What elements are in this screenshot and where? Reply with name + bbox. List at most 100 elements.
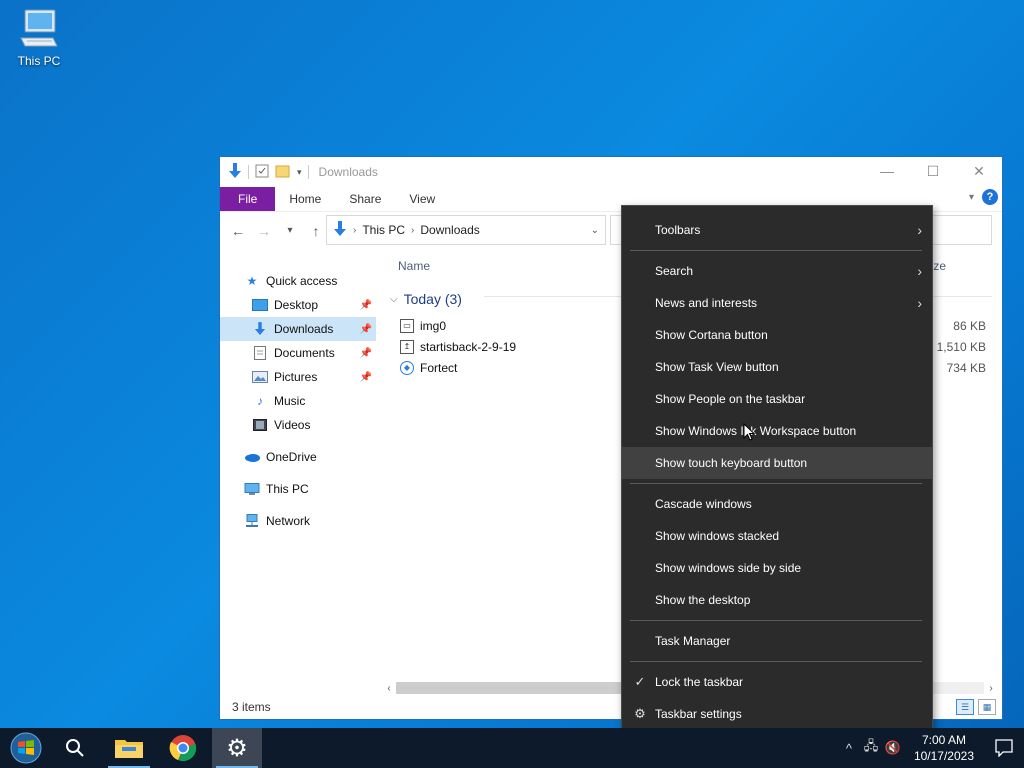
clock[interactable]: 7:00 AM 10/17/2023: [914, 732, 974, 764]
menu-item-label: Task Manager: [655, 634, 731, 648]
menu-item-show-people[interactable]: Show People on the taskbar: [622, 383, 932, 415]
address-dropdown-icon[interactable]: ⌄: [591, 225, 599, 236]
menu-item-cascade-windows[interactable]: Cascade windows: [622, 488, 932, 520]
taskbar-settings[interactable]: ⚙: [212, 728, 262, 768]
title-bar: ▾ Downloads — ☐ ✕: [220, 157, 1002, 187]
taskbar-search-button[interactable]: [50, 728, 100, 768]
menu-separator: [630, 483, 922, 484]
menu-item-show-touch-keyboard[interactable]: Show touch keyboard button: [622, 447, 932, 479]
sidebar-item-downloads[interactable]: Downloads 📌: [220, 317, 376, 341]
start-button[interactable]: [6, 730, 46, 766]
menu-item-lock-taskbar[interactable]: ✓ Lock the taskbar: [622, 666, 932, 698]
pin-icon[interactable]: 📌: [360, 300, 372, 311]
system-tray: ^ 🖧 🔇 7:00 AM 10/17/2023: [838, 728, 1024, 768]
menu-item-show-task-view[interactable]: Show Task View button: [622, 351, 932, 383]
pin-icon[interactable]: 📌: [360, 324, 372, 335]
tab-home[interactable]: Home: [275, 187, 335, 211]
menu-item-label: Lock the taskbar: [655, 675, 744, 689]
scroll-right-icon[interactable]: ›: [984, 683, 998, 694]
sidebar-item-pictures[interactable]: Pictures 📌: [220, 365, 376, 389]
sidebar-item-label: This PC: [266, 482, 309, 496]
volume-muted-icon[interactable]: 🔇: [882, 740, 904, 756]
file-name: Fortect: [420, 360, 458, 375]
back-arrow-icon[interactable]: ←: [228, 223, 248, 239]
pin-icon[interactable]: 📌: [360, 372, 372, 383]
desktop-icon-this-pc[interactable]: This PC: [8, 8, 70, 68]
item-count: 3 items: [232, 700, 271, 714]
help-icon[interactable]: ?: [982, 189, 998, 205]
sidebar-item-videos[interactable]: Videos: [220, 413, 376, 437]
app-icon: ◆: [400, 360, 414, 375]
menu-item-label: Cascade windows: [655, 497, 752, 511]
breadcrumb-downloads[interactable]: Downloads: [420, 223, 479, 237]
tab-view[interactable]: View: [395, 187, 449, 211]
download-arrow-icon: [333, 220, 347, 240]
menu-item-show-windows-side-by-side[interactable]: Show windows side by side: [622, 552, 932, 584]
file-size: 86 KB: [953, 318, 986, 333]
taskbar-chrome[interactable]: [158, 728, 208, 768]
menu-item-show-cortana[interactable]: Show Cortana button: [622, 319, 932, 351]
sidebar-item-documents[interactable]: Documents 📌: [220, 341, 376, 365]
taskbar-file-explorer[interactable]: [104, 728, 154, 768]
sidebar-item-onedrive[interactable]: OneDrive: [220, 445, 376, 469]
music-icon: ♪: [257, 394, 263, 408]
menu-item-label: Toolbars: [655, 223, 701, 237]
column-header-size[interactable]: ze: [933, 259, 946, 273]
forward-arrow-icon[interactable]: →: [254, 223, 274, 239]
menu-item-toolbars[interactable]: Toolbars ›: [622, 214, 932, 246]
maximize-button[interactable]: ☐: [910, 157, 956, 185]
menu-item-show-windows-stacked[interactable]: Show windows stacked: [622, 520, 932, 552]
menu-item-taskbar-settings[interactable]: ⚙ Taskbar settings: [622, 698, 932, 730]
download-arrow-icon: [252, 322, 268, 336]
sidebar-item-label: Network: [266, 514, 311, 528]
sidebar-item-this-pc[interactable]: This PC: [220, 477, 376, 501]
menu-item-search[interactable]: Search ›: [622, 255, 932, 287]
tab-share[interactable]: Share: [335, 187, 395, 211]
installer-icon: ↥: [400, 339, 414, 354]
breadcrumb-this-pc[interactable]: This PC: [362, 223, 405, 237]
pictures-icon: [252, 370, 268, 384]
sidebar-item-label: Downloads: [274, 322, 334, 336]
large-icons-view-icon[interactable]: ▦: [978, 699, 996, 715]
menu-item-show-ink-workspace[interactable]: Show Windows Ink Workspace button: [622, 415, 932, 447]
pin-icon[interactable]: 📌: [360, 348, 372, 359]
address-bar[interactable]: › This PC › Downloads ⌄: [326, 215, 606, 245]
chevron-right-icon[interactable]: ›: [411, 225, 414, 236]
sidebar-item-label: Quick access: [266, 274, 338, 288]
chevron-right-icon[interactable]: ›: [353, 225, 356, 236]
chevron-up-icon[interactable]: ^: [838, 741, 860, 756]
menu-item-label: Show touch keyboard button: [655, 456, 808, 470]
sidebar-item-music[interactable]: ♪ Music: [220, 389, 376, 413]
details-view-icon[interactable]: ☰: [956, 699, 974, 715]
settings-gear-icon: ⚙: [226, 734, 248, 762]
sidebar-item-label: Videos: [274, 418, 311, 432]
tab-file[interactable]: File: [220, 187, 276, 211]
navigation-pane: ★ Quick access Desktop 📌 Downloads 📌 Doc…: [220, 253, 376, 693]
action-center-button[interactable]: [984, 739, 1024, 757]
network-status-icon[interactable]: 🖧: [860, 737, 882, 759]
sidebar-item-network[interactable]: Network: [220, 509, 376, 533]
new-folder-icon[interactable]: [275, 164, 291, 181]
chevron-right-icon: ›: [917, 222, 922, 238]
close-button[interactable]: ✕: [956, 157, 1002, 185]
menu-item-label: Show windows side by side: [655, 561, 802, 575]
menu-item-show-desktop[interactable]: Show the desktop: [622, 584, 932, 616]
notification-icon: [995, 739, 1013, 757]
checkmark-icon: ✓: [634, 674, 646, 689]
sidebar-item-quick-access[interactable]: ★ Quick access: [220, 269, 376, 293]
up-arrow-icon[interactable]: ↑: [306, 223, 326, 239]
menu-item-label: Show People on the taskbar: [655, 392, 806, 406]
menu-item-label: Show the desktop: [655, 593, 751, 607]
minimize-button[interactable]: —: [864, 157, 910, 185]
sidebar-item-label: Music: [274, 394, 306, 408]
expand-ribbon-icon[interactable]: ▾: [969, 192, 974, 203]
customize-quick-access-icon[interactable]: ▾: [297, 167, 302, 178]
recent-locations-icon[interactable]: ▾: [280, 225, 300, 236]
gear-icon: ⚙: [634, 706, 646, 721]
properties-icon[interactable]: [255, 164, 269, 181]
scroll-left-icon[interactable]: ‹: [382, 683, 396, 694]
menu-item-task-manager[interactable]: Task Manager: [622, 625, 932, 657]
scroll-thumb[interactable]: [396, 682, 636, 694]
menu-item-news-and-interests[interactable]: News and interests ›: [622, 287, 932, 319]
sidebar-item-desktop[interactable]: Desktop 📌: [220, 293, 376, 317]
